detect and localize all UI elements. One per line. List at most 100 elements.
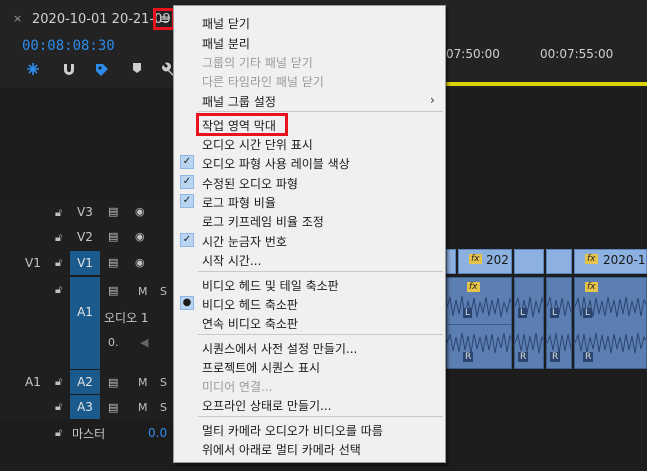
menu-separator: [198, 271, 443, 272]
lock-icon[interactable]: 🔓︎: [55, 256, 62, 270]
audio-clip[interactable]: L R: [546, 277, 572, 369]
channel-label: L: [583, 308, 593, 318]
sequence-tab[interactable]: 2020-10-01 20-21-09: [32, 12, 171, 27]
menu-item-undock-panel[interactable]: 패널 분리: [202, 35, 250, 52]
lock-icon[interactable]: 🔓︎: [55, 206, 62, 220]
menu-item-log-keyframe-scaling[interactable]: 로그 키프레임 비율 조정: [202, 213, 324, 230]
channel-label: R: [518, 352, 529, 362]
menu-item-work-area-bar[interactable]: 작업 영역 막대: [202, 117, 276, 134]
menu-item-audio-time-units[interactable]: 오디오 시간 단위 표시: [202, 136, 313, 153]
menu-item-time-ruler-numbers[interactable]: 시간 눈금자 번호: [202, 233, 287, 250]
waveform-left: [447, 295, 511, 319]
menu-item-close-other-panels: 그룹의 기타 패널 닫기: [202, 56, 313, 70]
track-name[interactable]: A3: [70, 395, 100, 419]
checkmark-icon: ✓: [180, 175, 194, 189]
menu-separator: [198, 334, 443, 335]
source-patch-v1[interactable]: V1: [25, 256, 41, 270]
menu-item-panel-group-settings[interactable]: 패널 그룹 설정: [202, 93, 276, 110]
audio-clip[interactable]: fx L R: [446, 277, 512, 369]
mute-button[interactable]: M: [138, 376, 148, 389]
fx-badge: fx: [585, 282, 598, 292]
master-volume[interactable]: 0.0: [148, 426, 167, 440]
sync-lock-icon[interactable]: ▤: [108, 401, 118, 414]
eye-icon[interactable]: ◉: [135, 205, 145, 218]
hamburger-icon: ≡: [158, 12, 170, 26]
checkmark-icon: ✓: [180, 194, 194, 208]
channel-label: L: [463, 308, 473, 318]
track-name[interactable]: A2: [70, 370, 100, 394]
menu-item-make-offline[interactable]: 오프라인 상태로 만들기...: [202, 397, 331, 414]
radio-selected-icon: ●: [180, 296, 194, 310]
add-marker-icon[interactable]: [132, 62, 142, 78]
video-clip[interactable]: [514, 249, 544, 274]
menu-separator: [198, 111, 443, 112]
playhead-timecode[interactable]: 00:08:08:30: [22, 38, 115, 54]
solo-button[interactable]: S: [160, 376, 167, 389]
solo-button[interactable]: S: [160, 285, 167, 298]
menu-item-link-media: 미디어 연결...: [202, 380, 273, 394]
linked-selection-icon[interactable]: [94, 62, 110, 82]
clip-name: 2020-1: [603, 253, 646, 267]
channel-label: L: [550, 308, 560, 318]
menu-item-continuous-thumbnails[interactable]: 연속 비디오 축소판: [202, 315, 298, 332]
panel-menu-button[interactable]: ≡: [153, 8, 175, 30]
menu-separator: [198, 416, 443, 417]
menu-item-preset-from-sequence[interactable]: 시퀀스에서 사전 설정 만들기...: [202, 340, 357, 357]
source-patch-a1[interactable]: A1: [25, 375, 41, 389]
sync-lock-icon[interactable]: ▤: [108, 205, 118, 218]
lock-icon[interactable]: 🔓︎: [55, 426, 62, 440]
snap-magnet-icon[interactable]: [62, 62, 76, 80]
menu-item-multicam-audio-follows-video[interactable]: 멀티 카메라 오디오가 비디오를 따름: [202, 422, 383, 439]
track-name[interactable]: V1: [70, 251, 100, 275]
menu-item-head-thumbnails[interactable]: 비디오 헤드 축소판: [202, 296, 298, 313]
lock-icon[interactable]: 🔓︎: [55, 375, 62, 389]
menu-item-close-other-timelines: 다른 타임라인 패널 닫기: [202, 75, 324, 89]
audio-clip[interactable]: fx L R: [574, 277, 647, 369]
submenu-arrow-icon: ›: [430, 93, 435, 107]
video-clip[interactable]: fx 2020-1: [574, 249, 647, 274]
sync-lock-icon[interactable]: ▤: [108, 284, 118, 297]
track-name: V2: [77, 230, 93, 244]
channel-label: R: [583, 352, 594, 362]
sync-lock-icon[interactable]: ▤: [108, 376, 118, 389]
close-tab-icon[interactable]: ×: [13, 12, 22, 25]
menu-item-head-tail-thumbnails[interactable]: 비디오 헤드 및 테일 축소판: [202, 277, 339, 294]
video-clip[interactable]: [546, 249, 572, 274]
panel-context-menu: 패널 닫기 패널 분리 그룹의 기타 패널 닫기 다른 타임라인 패널 닫기 패…: [173, 5, 446, 463]
channel-label: R: [463, 352, 474, 362]
checkmark-icon: ✓: [180, 233, 194, 247]
ruler-time-label: 00:07:55:00: [540, 47, 614, 61]
solo-button[interactable]: S: [160, 401, 167, 414]
eye-icon[interactable]: ◉: [135, 230, 145, 243]
sync-lock-icon[interactable]: ▤: [108, 256, 118, 269]
menu-item-log-waveform-scaling[interactable]: 로그 파형 비율: [202, 194, 276, 211]
mute-button[interactable]: M: [138, 401, 148, 414]
lock-icon[interactable]: 🔓︎: [55, 400, 62, 414]
channel-label: R: [550, 352, 561, 362]
channel-label: L: [518, 308, 528, 318]
menu-item-waveform-label-colors[interactable]: 오디오 파형 사용 레이블 색상: [202, 155, 350, 172]
menu-item-rectified-waveforms[interactable]: 수정된 오디오 파형: [202, 175, 298, 192]
keyframe-toggle[interactable]: 0.: [108, 336, 119, 349]
video-clip[interactable]: [446, 249, 456, 274]
menu-item-reveal-in-project[interactable]: 프로젝트에 시퀀스 표시: [202, 359, 320, 376]
menu-item-start-time[interactable]: 시작 시간...: [202, 252, 261, 269]
track-name[interactable]: A1: [70, 277, 100, 369]
ruler-time-label: 07:50:00: [446, 47, 500, 61]
waveform-right: [447, 332, 511, 354]
fx-badge: fx: [585, 254, 598, 264]
sync-lock-icon[interactable]: ▤: [108, 230, 118, 243]
master-label: 마스터: [72, 427, 106, 441]
menu-item-multicam-top-down[interactable]: 위에서 아래로 멀티 카메라 선택: [202, 441, 361, 458]
nest-toggle-icon[interactable]: [26, 62, 40, 80]
mute-button[interactable]: M: [138, 285, 148, 298]
video-clip[interactable]: fx 202: [458, 249, 512, 274]
audio-clip[interactable]: L R: [514, 277, 544, 369]
work-area-bar[interactable]: [430, 82, 647, 86]
track-name: V3: [77, 205, 93, 219]
lock-icon[interactable]: 🔓︎: [55, 283, 62, 297]
menu-item-close-panel[interactable]: 패널 닫기: [202, 15, 250, 32]
prev-keyframe-icon[interactable]: ◀: [140, 336, 148, 349]
eye-icon[interactable]: ◉: [135, 256, 145, 269]
lock-icon[interactable]: 🔓︎: [55, 231, 62, 245]
